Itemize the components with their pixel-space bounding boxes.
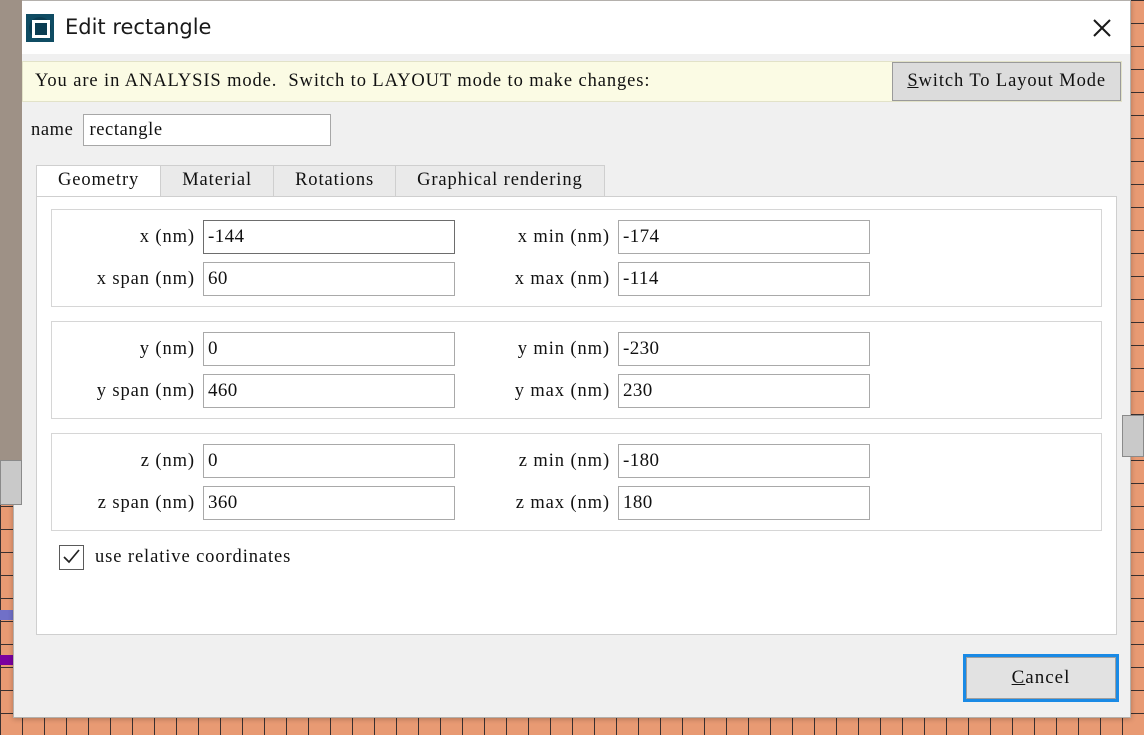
y-span-input[interactable] bbox=[203, 374, 455, 408]
geometry-tab-panel: x (nm) x min (nm) x span (nm) x max (nm)… bbox=[36, 196, 1117, 635]
z-span-input[interactable] bbox=[203, 486, 455, 520]
use-relative-coordinates-row: use relative coordinates bbox=[51, 545, 1102, 570]
y-row: y (nm) y min (nm) bbox=[52, 332, 1101, 366]
z-min-input[interactable] bbox=[618, 444, 870, 478]
close-icon bbox=[1091, 17, 1113, 39]
y-label: y (nm) bbox=[139, 338, 195, 359]
z-input[interactable] bbox=[203, 444, 455, 478]
name-label: name bbox=[31, 119, 74, 140]
y-max-input[interactable] bbox=[618, 374, 870, 408]
switch-button-label: witch To Layout Mode bbox=[918, 71, 1106, 91]
x-span-label: x span (nm) bbox=[96, 268, 195, 289]
background-left-scroll-thumb[interactable] bbox=[0, 460, 22, 505]
cancel-button-mnemonic: C bbox=[1011, 667, 1026, 688]
analysis-mode-message: You are in ANALYSIS mode. Switch to LAYO… bbox=[35, 71, 651, 91]
background-left-column bbox=[0, 0, 22, 460]
y-coordinate-group: y (nm) y min (nm) y span (nm) y max (nm) bbox=[51, 321, 1102, 419]
close-button[interactable] bbox=[1074, 1, 1130, 54]
use-relative-coordinates-label: use relative coordinates bbox=[95, 547, 292, 567]
x-span-input[interactable] bbox=[203, 262, 455, 296]
z-coordinate-group: z (nm) z min (nm) z span (nm) z max (nm) bbox=[51, 433, 1102, 531]
edit-rectangle-dialog: Edit rectangle You are in ANALYSIS mode.… bbox=[13, 0, 1131, 718]
switch-button-mnemonic: S bbox=[907, 71, 919, 91]
dialog-titlebar: Edit rectangle bbox=[14, 1, 1130, 54]
x-max-input[interactable] bbox=[618, 262, 870, 296]
x-coordinate-group: x (nm) x min (nm) x span (nm) x max (nm) bbox=[51, 209, 1102, 307]
tab-graphical-rendering[interactable]: Graphical rendering bbox=[395, 165, 605, 196]
x-min-label: x min (nm) bbox=[517, 226, 610, 247]
cancel-button-label: ancel bbox=[1025, 667, 1071, 688]
z-row: z (nm) z min (nm) bbox=[52, 444, 1101, 478]
z-label: z (nm) bbox=[140, 450, 195, 471]
y-span-row: y span (nm) y max (nm) bbox=[52, 374, 1101, 408]
dialog-title: Edit rectangle bbox=[65, 15, 212, 39]
x-row: x (nm) x min (nm) bbox=[52, 220, 1101, 254]
y-input[interactable] bbox=[203, 332, 455, 366]
x-span-row: x span (nm) x max (nm) bbox=[52, 262, 1101, 296]
cancel-button[interactable]: Cancel bbox=[963, 654, 1119, 702]
tab-bar: Geometry Material Rotations Graphical re… bbox=[36, 165, 1130, 196]
y-span-label: y span (nm) bbox=[96, 380, 195, 401]
z-span-label: z span (nm) bbox=[97, 492, 195, 513]
switch-to-layout-mode-button[interactable]: Switch To Layout Mode bbox=[892, 62, 1121, 101]
x-max-label: x max (nm) bbox=[514, 268, 610, 289]
z-max-input[interactable] bbox=[618, 486, 870, 520]
use-relative-coordinates-checkbox[interactable] bbox=[59, 545, 84, 570]
z-min-label: z min (nm) bbox=[518, 450, 610, 471]
tab-rotations[interactable]: Rotations bbox=[273, 165, 397, 196]
y-min-label: y min (nm) bbox=[517, 338, 610, 359]
y-max-label: y max (nm) bbox=[514, 380, 610, 401]
z-max-label: z max (nm) bbox=[515, 492, 610, 513]
name-row: name bbox=[31, 114, 1130, 146]
dialog-footer: Cancel bbox=[14, 651, 1130, 717]
analysis-mode-banner: You are in ANALYSIS mode. Switch to LAYO… bbox=[22, 61, 1122, 102]
y-min-input[interactable] bbox=[618, 332, 870, 366]
rectangle-app-icon bbox=[26, 13, 54, 42]
tab-geometry[interactable]: Geometry bbox=[36, 165, 162, 196]
name-input[interactable] bbox=[83, 114, 332, 146]
z-span-row: z span (nm) z max (nm) bbox=[52, 486, 1101, 520]
x-min-input[interactable] bbox=[618, 220, 870, 254]
x-label: x (nm) bbox=[139, 226, 195, 247]
background-right-scroll-thumb[interactable] bbox=[1122, 415, 1144, 457]
tab-material[interactable]: Material bbox=[160, 165, 275, 196]
x-input[interactable] bbox=[203, 220, 455, 254]
